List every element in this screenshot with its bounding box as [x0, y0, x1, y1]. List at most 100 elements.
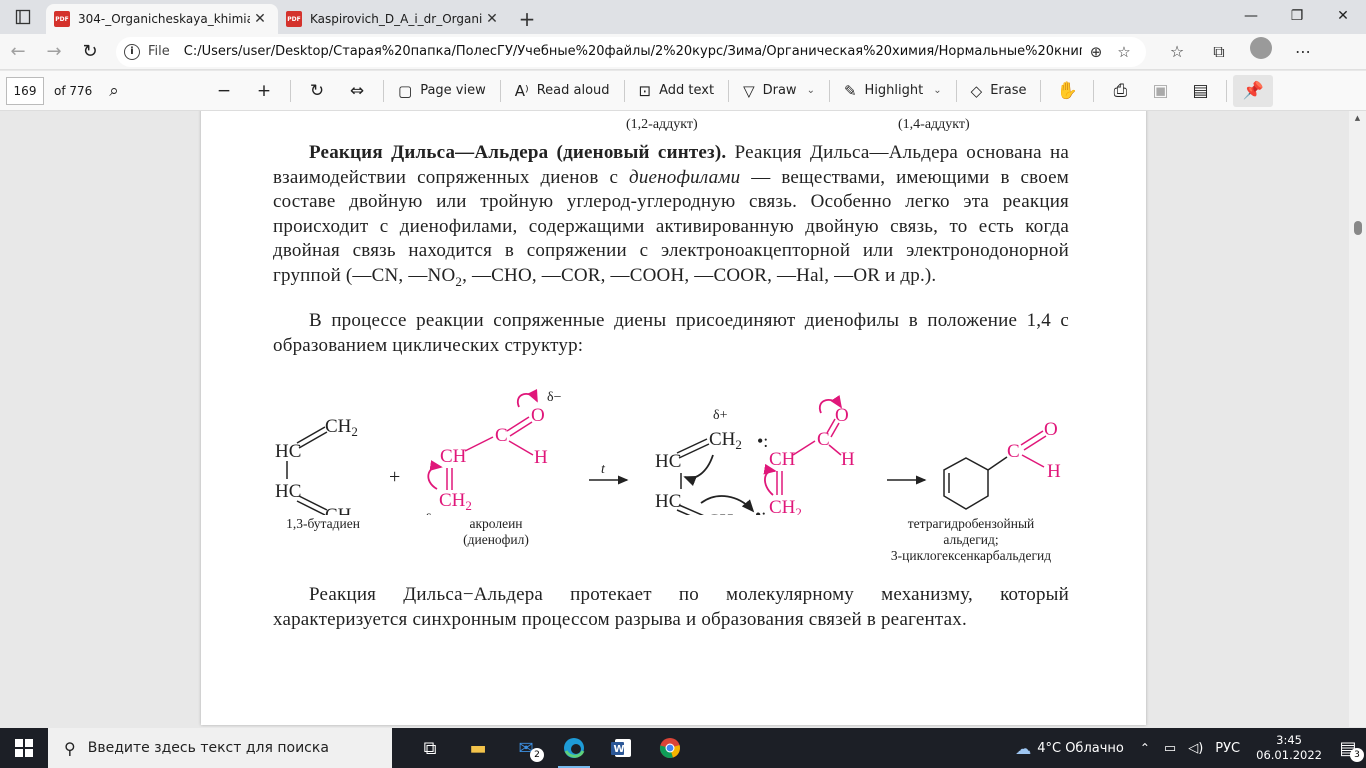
zoom-out-icon[interactable]: − — [204, 75, 244, 107]
close-window-button[interactable]: ✕ — [1320, 0, 1366, 32]
product-caption-line: 3-циклогексенкарбальдегид — [890, 548, 1052, 563]
collections-icon[interactable]: ⧉ — [1198, 37, 1240, 67]
print-icon[interactable]: ⎙ — [1100, 75, 1140, 107]
notification-badge: 3 — [1350, 748, 1364, 762]
transition-dienophile: CH C O H CH2 — [763, 395, 855, 515]
scroll-thumb[interactable] — [1354, 221, 1362, 235]
close-tab-icon[interactable]: ✕ — [250, 11, 270, 27]
zoom-icon[interactable]: ⊕ — [1082, 43, 1110, 61]
word-app[interactable]: W — [598, 728, 646, 768]
forward-button[interactable]: → — [36, 37, 72, 67]
pdf-icon: PDF — [54, 11, 70, 27]
vertical-scrollbar[interactable]: ▲ — [1349, 111, 1366, 727]
avatar[interactable] — [1250, 36, 1272, 59]
clock-time: 3:45 — [1276, 733, 1302, 747]
svg-text:CH2: CH2 — [325, 505, 358, 515]
draw-icon: ▽ — [743, 81, 755, 100]
paragraph-heading: Реакция Дильса—Альдера (диеновый синтез)… — [309, 142, 727, 163]
volume-icon[interactable]: ◁) — [1188, 741, 1203, 756]
url-text[interactable]: C:/Users/user/Desktop/Старая%20папка/Пол… — [184, 44, 1082, 59]
network-icon[interactable]: ▭ — [1164, 741, 1176, 756]
page-total: of 776 — [54, 83, 93, 98]
new-tab-button[interactable]: + — [510, 4, 544, 34]
restore-button[interactable]: ❐ — [1274, 0, 1320, 32]
svg-text:HC: HC — [655, 491, 681, 512]
page-number-input[interactable]: 169 — [6, 76, 44, 105]
folder-icon: ▬ — [469, 737, 487, 759]
svg-text:•:: •: — [757, 431, 768, 451]
save-as-icon[interactable]: ▤ — [1180, 75, 1220, 107]
zoom-in-icon[interactable]: + — [244, 75, 284, 107]
minimize-button[interactable]: — — [1228, 0, 1274, 32]
read-aloud-button[interactable]: A⁾ Read aloud — [507, 75, 618, 107]
add-favorite-icon[interactable]: ☆ — [1110, 43, 1138, 61]
draw-button[interactable]: ▽ Draw ⌄ — [735, 75, 823, 107]
acrolein-structure: CH C O H CH2 δ− δ+ — [425, 388, 562, 515]
taskbar-search-input[interactable]: ⚲ Введите здесь текст для поиска — [48, 728, 392, 768]
close-tab-icon[interactable]: ✕ — [482, 11, 502, 27]
svg-text:O: O — [531, 405, 545, 426]
chrome-icon — [659, 738, 680, 758]
tab-1[interactable]: PDF 304-_Organicheskaya_khimia_Ch ✕ — [46, 4, 278, 34]
read-aloud-icon: A⁾ — [514, 81, 529, 100]
svg-text:CH2: CH2 — [769, 497, 802, 515]
chevron-down-icon[interactable]: ⌄ — [933, 85, 941, 96]
svg-text:C: C — [495, 425, 508, 446]
svg-text:H: H — [841, 449, 855, 470]
paragraph-diels-alder: Реакция Дильса—Альдера (диеновый синтез)… — [273, 141, 1069, 294]
add-text-button[interactable]: ⊡ Add text — [631, 75, 723, 107]
erase-label: Erase — [990, 83, 1027, 98]
read-aloud-label: Read aloud — [536, 83, 610, 98]
url-scheme: File — [148, 44, 170, 59]
temperature-label: t — [601, 462, 606, 477]
address-bar: ← → ↻ i File C:/Users/user/Desktop/Стара… — [0, 34, 1366, 70]
highlight-button[interactable]: ✎ Highlight ⌄ — [836, 75, 950, 107]
chrome-app[interactable] — [646, 728, 694, 768]
find-icon[interactable]: ⌕ — [94, 75, 134, 107]
url-input[interactable]: i File C:/Users/user/Desktop/Старая%20па… — [116, 36, 1146, 67]
favorites-icon[interactable]: ☆ — [1156, 37, 1198, 67]
chevron-up-icon[interactable]: ⌃ — [1140, 741, 1150, 755]
more-menu-icon[interactable]: ⋯ — [1282, 37, 1324, 67]
paragraph-process: В процессе реакции сопряженные диены при… — [273, 309, 1069, 358]
svg-text:HC: HC — [275, 441, 301, 462]
refresh-button[interactable]: ↻ — [72, 37, 108, 67]
notifications-button[interactable]: ▤ 3 — [1330, 728, 1366, 768]
paragraph-mechanism: Реакция Дильса−Альдера протекает по моле… — [273, 583, 1069, 632]
chevron-down-icon[interactable]: ⌄ — [807, 85, 815, 96]
file-explorer-app[interactable]: ▬ — [454, 728, 502, 768]
tab-actions-button[interactable] — [0, 0, 46, 34]
tab-2[interactable]: PDF Kaspirovich_D_A_i_dr_Organiche ✕ — [278, 4, 510, 34]
document-viewport[interactable]: (1,2-аддукт) (1,4-аддукт) Реакция Дильса… — [0, 111, 1349, 727]
pin-toolbar-icon[interactable]: 📌 — [1233, 74, 1274, 107]
task-view-button[interactable]: ⧉ — [406, 728, 454, 768]
svg-text:H: H — [1047, 461, 1061, 482]
rotate-icon[interactable]: ↻ — [297, 75, 337, 107]
svg-text:H: H — [534, 447, 548, 468]
save-icon[interactable]: ▣ — [1140, 75, 1180, 107]
product-caption-line: тетрагидробензойный — [907, 516, 1035, 531]
erase-button[interactable]: ◇ Erase — [963, 75, 1035, 107]
edge-icon — [564, 738, 585, 758]
scroll-up-icon[interactable]: ▲ — [1349, 111, 1366, 125]
fit-page-icon[interactable]: ⇔ — [337, 75, 377, 107]
product-caption-line: альдегид; — [943, 532, 999, 547]
mail-app[interactable]: ✉ 2 — [502, 728, 550, 768]
acrolein-caption-line: (диенофил) — [463, 532, 529, 547]
info-icon[interactable]: i — [124, 43, 140, 60]
page-view-button[interactable]: ▢ Page view — [390, 75, 494, 107]
touch-icon[interactable]: ✋ — [1047, 75, 1087, 107]
paragraph-text: Реакция Дильса−Альдера протекает по моле… — [273, 584, 1069, 630]
clock[interactable]: 3:45 06.01.2022 — [1256, 733, 1322, 763]
start-button[interactable] — [0, 728, 48, 768]
weather-text[interactable]: 4°C Облачно — [1037, 741, 1124, 756]
language-indicator[interactable]: РУС — [1215, 741, 1240, 756]
transition-state-structure: δ+ CH2 HC HC CH2 δ− •: •: — [655, 408, 768, 515]
butadiene-caption: 1,3-бутадиен — [286, 516, 360, 531]
tab-title: 304-_Organicheskaya_khimia_Ch — [78, 12, 250, 26]
svg-text:C: C — [1007, 441, 1020, 462]
edge-app[interactable] — [550, 728, 598, 768]
back-button[interactable]: ← — [0, 37, 36, 67]
search-placeholder: Введите здесь текст для поиска — [87, 740, 329, 756]
add-text-label: Add text — [659, 83, 715, 98]
